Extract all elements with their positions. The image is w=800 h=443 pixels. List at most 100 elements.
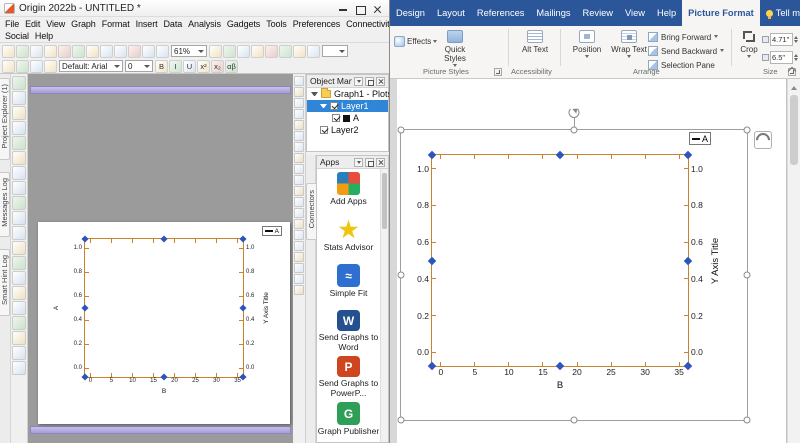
app-list-item[interactable]: G Graph Publisher xyxy=(317,399,380,442)
y-left-axis-title[interactable]: A xyxy=(53,306,60,310)
project-explorer-icon[interactable] xyxy=(156,45,169,58)
layer-selection-handle[interactable] xyxy=(428,362,436,370)
scale-out-tool-icon[interactable] xyxy=(294,98,304,108)
bring-forward-button[interactable]: Bring Forward xyxy=(648,31,728,43)
italic-icon[interactable]: I xyxy=(169,60,182,73)
superscript-icon[interactable]: x² xyxy=(197,60,210,73)
scrollbar-thumb[interactable] xyxy=(382,173,387,229)
connectors-panel-tab[interactable]: Connectors xyxy=(306,183,316,240)
spin-up-icon[interactable] xyxy=(794,34,798,39)
insert-table-icon[interactable] xyxy=(16,60,29,73)
data-selector-tool-icon[interactable] xyxy=(294,142,304,152)
3d-scatter-plot-icon[interactable] xyxy=(12,211,26,225)
import-excel-icon[interactable] xyxy=(86,45,99,58)
selection-pane-button[interactable]: Selection Pane xyxy=(648,59,728,71)
resize-handle-top[interactable] xyxy=(571,127,578,134)
position-button[interactable]: Position xyxy=(566,29,608,73)
layer-selection-handle[interactable] xyxy=(81,235,88,242)
tree-item-plot-a[interactable]: A xyxy=(307,112,388,124)
line-symbol-plot-icon[interactable] xyxy=(12,106,26,120)
origin-titlebar[interactable]: Origin 2022b - UNTITLED * xyxy=(0,0,389,17)
plot-area[interactable]: 051015202530350.00.00.20.20.40.40.60.60.… xyxy=(431,154,689,367)
menu-analysis[interactable]: Analysis xyxy=(185,19,224,29)
3d-surface-plot-icon[interactable] xyxy=(12,226,26,240)
date-time-stamp-tool-icon[interactable] xyxy=(294,274,304,284)
expander-icon[interactable] xyxy=(311,92,318,96)
circle-tool-icon[interactable] xyxy=(294,252,304,262)
vector-plot-icon[interactable] xyxy=(12,346,26,360)
layer-management-icon[interactable] xyxy=(237,45,250,58)
data-reader-tool-icon[interactable] xyxy=(294,131,304,141)
menu-graph[interactable]: Graph xyxy=(68,19,99,29)
project-explorer-tab[interactable]: Project Explorer (1) xyxy=(0,78,10,160)
pie-chart-icon[interactable] xyxy=(12,166,26,180)
print-icon[interactable] xyxy=(58,45,71,58)
open-icon[interactable] xyxy=(30,45,43,58)
layer-selection-handle[interactable] xyxy=(239,304,246,311)
tab-help[interactable]: Help xyxy=(651,0,682,26)
text-tool-icon[interactable] xyxy=(294,175,304,185)
resize-handle-topleft[interactable] xyxy=(398,127,405,134)
import-wizard-icon[interactable] xyxy=(72,45,85,58)
resize-handle-bottomright[interactable] xyxy=(744,417,751,424)
tell-me-box[interactable]: Tell me xyxy=(760,0,800,26)
layer-selection-handle[interactable] xyxy=(81,304,88,311)
new-folder-icon[interactable] xyxy=(16,45,29,58)
undo-icon[interactable] xyxy=(128,45,141,58)
object-manager-header[interactable]: Object Manager xyxy=(307,75,388,88)
line-tool-icon[interactable] xyxy=(294,208,304,218)
apps-scrollbar[interactable] xyxy=(380,169,388,442)
graph-window-bottom-bar[interactable] xyxy=(30,426,291,434)
send-backward-button[interactable]: Send Backward xyxy=(648,45,728,57)
duplicate-window-icon[interactable] xyxy=(279,45,292,58)
zoom-combo[interactable]: 61% xyxy=(171,45,207,57)
smart-hint-log-tab[interactable]: Smart Hint Log xyxy=(0,249,10,316)
tab-design[interactable]: Design xyxy=(390,0,431,26)
graph-window-top-bar[interactable] xyxy=(30,86,291,94)
layer-selection-handle[interactable] xyxy=(684,256,692,264)
y-right-axis-title[interactable]: Y Axis Title xyxy=(263,292,270,324)
resize-handle-bottomleft[interactable] xyxy=(398,417,405,424)
mask-range-tool-icon[interactable] xyxy=(294,153,304,163)
tree-item-graph1-plots[interactable]: Graph1 - Plots xyxy=(307,88,388,100)
resize-handle-left[interactable] xyxy=(398,272,405,279)
fit-page-icon[interactable] xyxy=(307,45,320,58)
x-axis-title[interactable]: B xyxy=(84,388,244,395)
tab-picture-format[interactable]: Picture Format xyxy=(682,0,760,26)
panel-menu-icon[interactable] xyxy=(354,158,363,167)
bold-icon[interactable]: B xyxy=(155,60,168,73)
resize-handle-right[interactable] xyxy=(744,272,751,279)
tab-review[interactable]: Review xyxy=(577,0,619,26)
menu-tools[interactable]: Tools xyxy=(263,19,290,29)
area-plot-icon[interactable] xyxy=(12,151,26,165)
menu-connectivity[interactable]: Connectivity xyxy=(343,19,390,29)
menu-edit[interactable]: Edit xyxy=(22,19,43,29)
layer-selection-handle[interactable] xyxy=(556,362,564,370)
spin-up-icon[interactable] xyxy=(794,52,798,57)
add-layer-icon[interactable] xyxy=(223,45,236,58)
curved-arrow-tool-icon[interactable] xyxy=(294,197,304,207)
violin-plot-icon[interactable] xyxy=(12,301,26,315)
font-size-combo[interactable]: 0 xyxy=(125,60,153,72)
polar-plot-icon[interactable] xyxy=(12,316,26,330)
menu-file[interactable]: File xyxy=(2,19,22,29)
layer2-visibility-checkbox[interactable] xyxy=(320,126,328,134)
screen-reader-tool-icon[interactable] xyxy=(294,120,304,130)
rectangle-tool-icon[interactable] xyxy=(294,241,304,251)
tree-item-layer2[interactable]: Layer2 xyxy=(307,124,388,136)
minimize-button[interactable] xyxy=(334,2,351,15)
layout-options-button[interactable] xyxy=(754,131,772,149)
polygon-tool-icon[interactable] xyxy=(294,263,304,273)
app-list-item[interactable]: ★ Stats Advisor xyxy=(317,215,380,261)
column-plot-icon[interactable] xyxy=(12,121,26,135)
panel-close-icon[interactable] xyxy=(376,158,385,167)
ternary-plot-icon[interactable] xyxy=(12,331,26,345)
menu-format[interactable]: Format xyxy=(99,19,133,29)
extract-layers-icon[interactable] xyxy=(251,45,264,58)
menu-social[interactable]: Social xyxy=(2,31,32,41)
freehand-draw-tool-icon[interactable] xyxy=(294,230,304,240)
menu-gadgets[interactable]: Gadgets xyxy=(224,19,263,29)
tab-layout[interactable]: Layout xyxy=(431,0,471,26)
graph1-page[interactable]: A 051015202530350.00.00.20.20.40.40.60.6… xyxy=(38,222,290,424)
layer-selection-handle[interactable] xyxy=(81,373,88,380)
